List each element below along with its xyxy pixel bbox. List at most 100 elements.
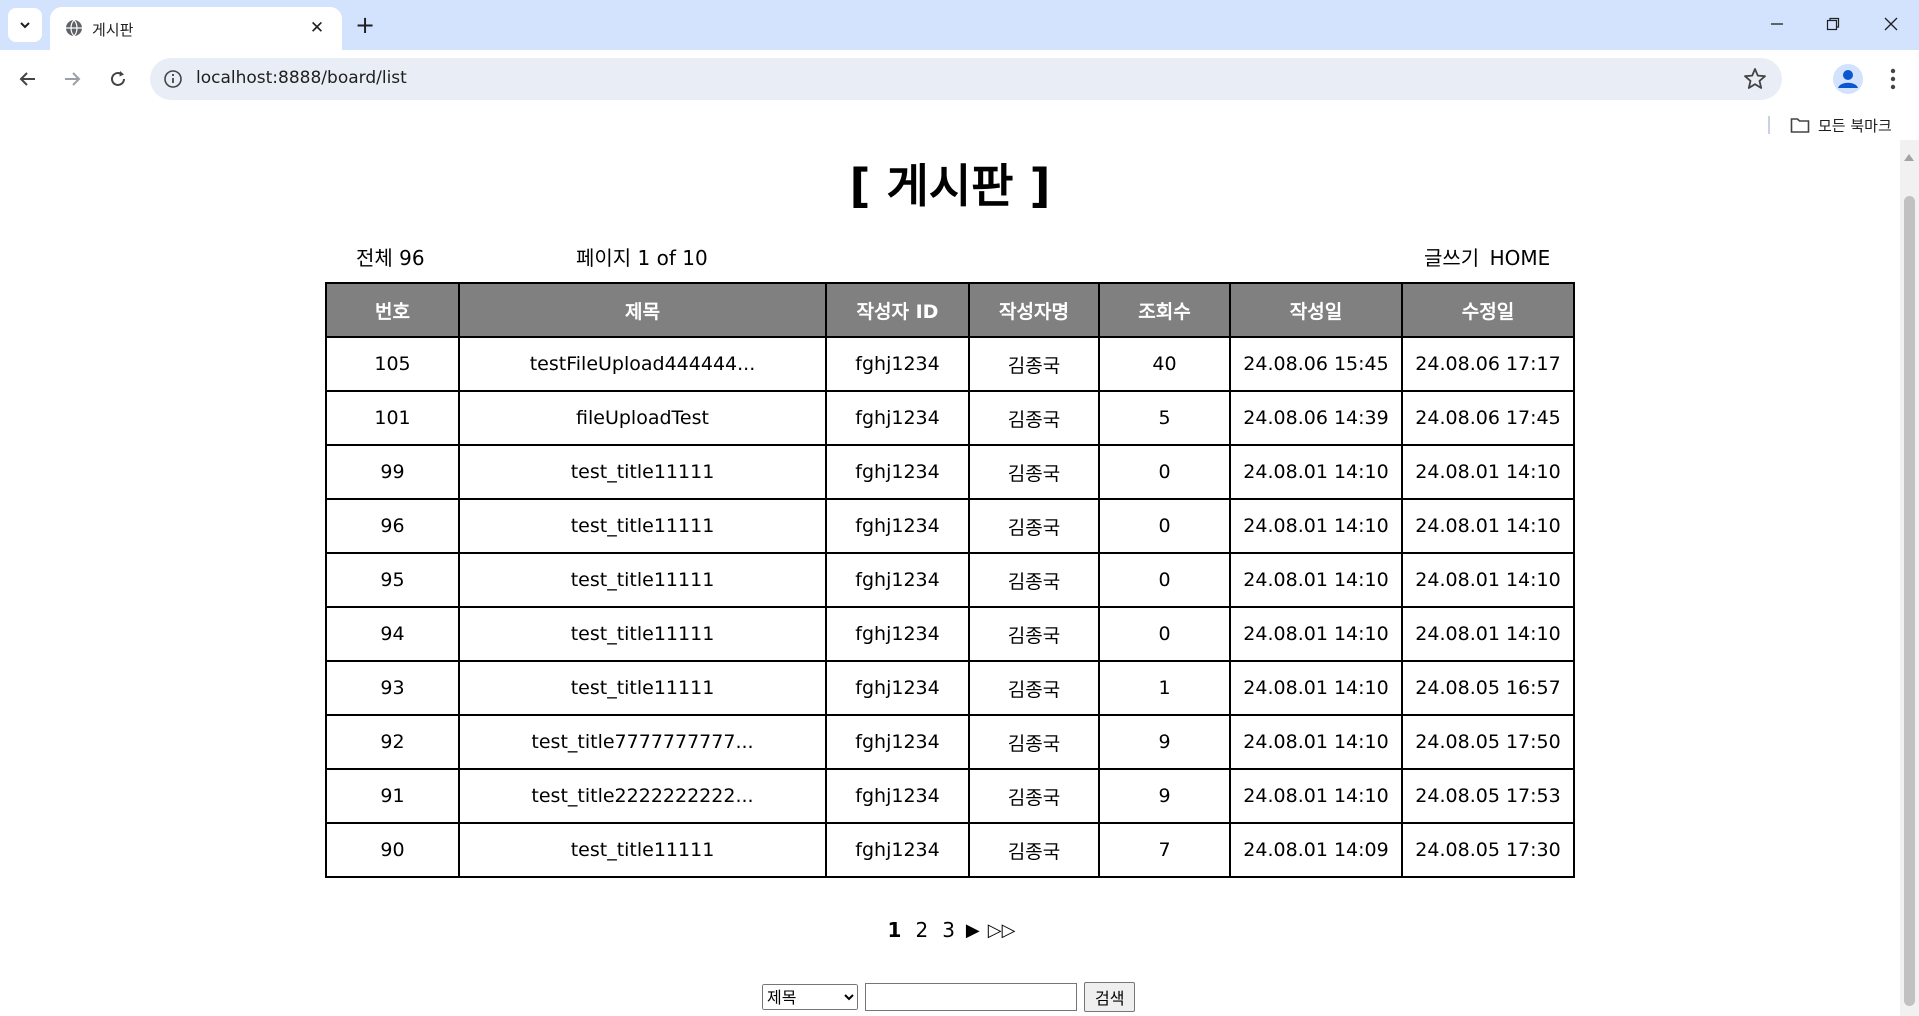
cell-views: 0 [1098, 606, 1231, 662]
url-text[interactable]: localhost:8888/board/list [196, 68, 407, 88]
cell-title[interactable]: test_title11111 [458, 444, 827, 500]
cell-created: 24.08.01 14:10 [1229, 660, 1403, 716]
page-link-3[interactable]: 3 [939, 918, 958, 942]
cell-created: 24.08.01 14:10 [1229, 552, 1403, 608]
cell-created: 24.08.06 15:45 [1229, 336, 1403, 392]
search-type-select[interactable]: 제목 [762, 984, 858, 1010]
search-form: 제목 검색 [762, 982, 1136, 1012]
search-button[interactable]: 검색 [1084, 982, 1136, 1012]
cell-no: 94 [325, 606, 460, 662]
cell-writer-name: 김종국 [968, 390, 1100, 446]
back-icon[interactable] [10, 61, 46, 97]
site-info-icon[interactable] [162, 68, 184, 90]
header-views: 조회수 [1098, 282, 1231, 338]
new-tab-button[interactable]: + [350, 10, 380, 40]
cell-title[interactable]: testFileUpload444444... [458, 336, 827, 392]
minimize-icon[interactable] [1756, 6, 1798, 42]
close-tab-icon[interactable]: ✕ [306, 17, 328, 39]
cell-views: 0 [1098, 444, 1231, 500]
table-header-row: 번호 제목 작성자 ID 작성자명 조회수 작성일 수정일 [325, 282, 1575, 338]
bookmarks-divider [1768, 116, 1770, 134]
cell-writer-id: fghj1234 [825, 390, 970, 446]
home-link[interactable]: HOME [1490, 246, 1551, 270]
cell-title[interactable]: test_title11111 [458, 606, 827, 662]
cell-no: 91 [325, 768, 460, 824]
profile-avatar-icon[interactable] [1832, 63, 1864, 95]
header-writer-id: 작성자 ID [825, 282, 970, 338]
table-row[interactable]: 96 test_title11111 fghj1234 김종국 0 24.08.01 14… [325, 498, 1575, 554]
cell-updated: 24.08.05 17:50 [1401, 714, 1575, 770]
header-writer-name: 작성자명 [968, 282, 1100, 338]
header-no: 번호 [325, 282, 460, 338]
board-body: 105 testFileUpload444444... fghj1234 김종국 40 2… [325, 336, 1575, 878]
restore-icon[interactable] [1812, 6, 1854, 42]
all-bookmarks-label: 모든 북마크 [1818, 116, 1892, 135]
scroll-up-icon[interactable] [1904, 154, 1914, 161]
cell-views: 5 [1098, 390, 1231, 446]
page-info: 페이지 1 of 10 [576, 246, 708, 270]
tab-search-button[interactable] [8, 8, 42, 42]
pagination: 1 2 3 ▶ ▷▷ [0, 918, 1900, 942]
page-link-2[interactable]: 2 [912, 918, 931, 942]
address-bar[interactable]: localhost:8888/board/list [150, 58, 1782, 100]
forward-icon[interactable] [54, 61, 90, 97]
cell-title[interactable]: test_title11111 [458, 822, 827, 878]
cell-updated: 24.08.01 14:10 [1401, 606, 1575, 662]
bookmarks-bar [0, 108, 1919, 140]
cell-title[interactable]: test_title11111 [458, 552, 827, 608]
reload-icon[interactable] [100, 61, 136, 97]
cell-title[interactable]: fileUploadTest [458, 390, 827, 446]
cell-views: 9 [1098, 768, 1231, 824]
cell-title[interactable]: test_title11111 [458, 660, 827, 716]
table-row[interactable]: 91 test_title2222222222... fghj1234 김종국 9 24.… [325, 768, 1575, 824]
cell-updated: 24.08.01 14:10 [1401, 498, 1575, 554]
write-link[interactable]: 글쓰기 [1424, 246, 1479, 270]
all-bookmarks-button[interactable]: 모든 북마크 [1790, 114, 1892, 136]
cell-writer-name: 김종국 [968, 660, 1100, 716]
more-menu-icon[interactable] [1880, 63, 1906, 95]
cell-created: 24.08.01 14:09 [1229, 822, 1403, 878]
page-link-1[interactable]: 1 [885, 918, 905, 942]
cell-updated: 24.08.05 17:53 [1401, 768, 1575, 824]
table-row[interactable]: 94 test_title11111 fghj1234 김종국 0 24.08.01 14… [325, 606, 1575, 662]
active-tab[interactable]: 게시판 ✕ [50, 7, 342, 50]
table-row[interactable]: 92 test_title7777777777... fghj1234 김종국 9 24.… [325, 714, 1575, 770]
cell-created: 24.08.06 14:39 [1229, 390, 1403, 446]
cell-created: 24.08.01 14:10 [1229, 606, 1403, 662]
cell-writer-name: 김종국 [968, 822, 1100, 878]
table-row[interactable]: 93 test_title11111 fghj1234 김종국 1 24.08.01 14… [325, 660, 1575, 716]
cell-no: 92 [325, 714, 460, 770]
cell-created: 24.08.01 14:10 [1229, 498, 1403, 554]
cell-writer-id: fghj1234 [825, 498, 970, 554]
top-links: 글쓰기 HOME [1424, 242, 1550, 271]
total-count: 전체 96 [356, 246, 425, 270]
board-table: 번호 제목 작성자 ID 작성자명 조회수 작성일 수정일 105 testFil… [325, 282, 1575, 878]
header-created: 작성일 [1229, 282, 1403, 338]
scroll-thumb[interactable] [1904, 196, 1915, 1006]
globe-icon [66, 19, 82, 37]
close-window-icon[interactable] [1870, 6, 1912, 42]
cell-updated: 24.08.06 17:17 [1401, 336, 1575, 392]
cell-title[interactable]: test_title7777777777... [458, 714, 827, 770]
last-page-icon[interactable]: ▷▷ [988, 920, 1016, 941]
table-row[interactable]: 90 test_title11111 fghj1234 김종국 7 24.08.01 14… [325, 822, 1575, 878]
cell-created: 24.08.01 14:10 [1229, 768, 1403, 824]
table-row[interactable]: 95 test_title11111 fghj1234 김종국 0 24.08.01 14… [325, 552, 1575, 608]
cell-no: 95 [325, 552, 460, 608]
table-row[interactable]: 99 test_title11111 fghj1234 김종국 0 24.08.01 14… [325, 444, 1575, 500]
cell-no: 105 [325, 336, 460, 392]
table-row[interactable]: 101 fileUploadTest fghj1234 김종국 5 24.08.06 14… [325, 390, 1575, 446]
cell-writer-name: 김종국 [968, 768, 1100, 824]
cell-title[interactable]: test_title2222222222... [458, 768, 827, 824]
cell-views: 9 [1098, 714, 1231, 770]
cell-created: 24.08.01 14:10 [1229, 714, 1403, 770]
scrollbar[interactable] [1900, 140, 1919, 1016]
bookmark-star-icon[interactable] [1742, 66, 1768, 92]
cell-no: 101 [325, 390, 460, 446]
cell-title[interactable]: test_title11111 [458, 498, 827, 554]
cell-writer-id: fghj1234 [825, 444, 970, 500]
cell-writer-name: 김종국 [968, 444, 1100, 500]
search-input[interactable] [865, 983, 1077, 1011]
table-row[interactable]: 105 testFileUpload444444... fghj1234 김종국 40 2… [325, 336, 1575, 392]
next-page-icon[interactable]: ▶ [966, 920, 980, 941]
